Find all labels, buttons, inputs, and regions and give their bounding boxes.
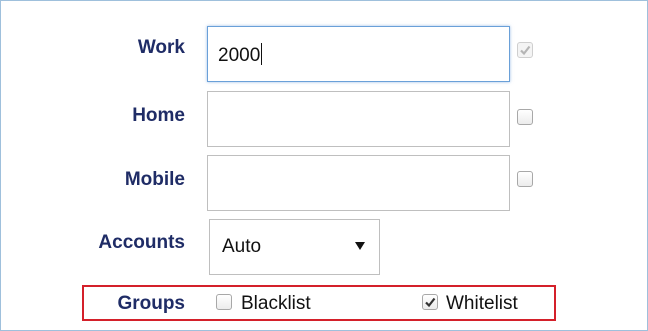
home-label: Home: [132, 105, 185, 126]
checkmark-icon: [520, 45, 531, 56]
whitelist-label: Whitelist: [446, 293, 518, 314]
blacklist-label: Blacklist: [241, 293, 311, 314]
accounts-label: Accounts: [98, 232, 185, 253]
accounts-select[interactable]: Auto: [209, 219, 380, 275]
mobile-label: Mobile: [124, 169, 185, 190]
work-phone-value: 2000: [218, 45, 261, 66]
dropdown-arrow-icon: [355, 242, 365, 250]
form-panel: Work 2000 Home Mobile Accounts Auto Grou…: [0, 0, 648, 331]
whitelist-checkbox[interactable]: [422, 294, 438, 310]
home-checkbox[interactable]: [517, 109, 533, 125]
blacklist-checkbox[interactable]: [216, 294, 232, 310]
checkmark-icon: [425, 297, 436, 308]
work-label: Work: [137, 37, 185, 58]
groups-label: Groups: [117, 293, 185, 314]
work-checkbox[interactable]: [517, 42, 533, 58]
text-caret: [261, 43, 263, 65]
work-phone-input[interactable]: 2000: [207, 26, 510, 82]
mobile-checkbox[interactable]: [517, 171, 533, 187]
mobile-phone-input[interactable]: [207, 155, 510, 211]
home-phone-input[interactable]: [207, 91, 510, 147]
accounts-selected-value: Auto: [222, 236, 262, 257]
